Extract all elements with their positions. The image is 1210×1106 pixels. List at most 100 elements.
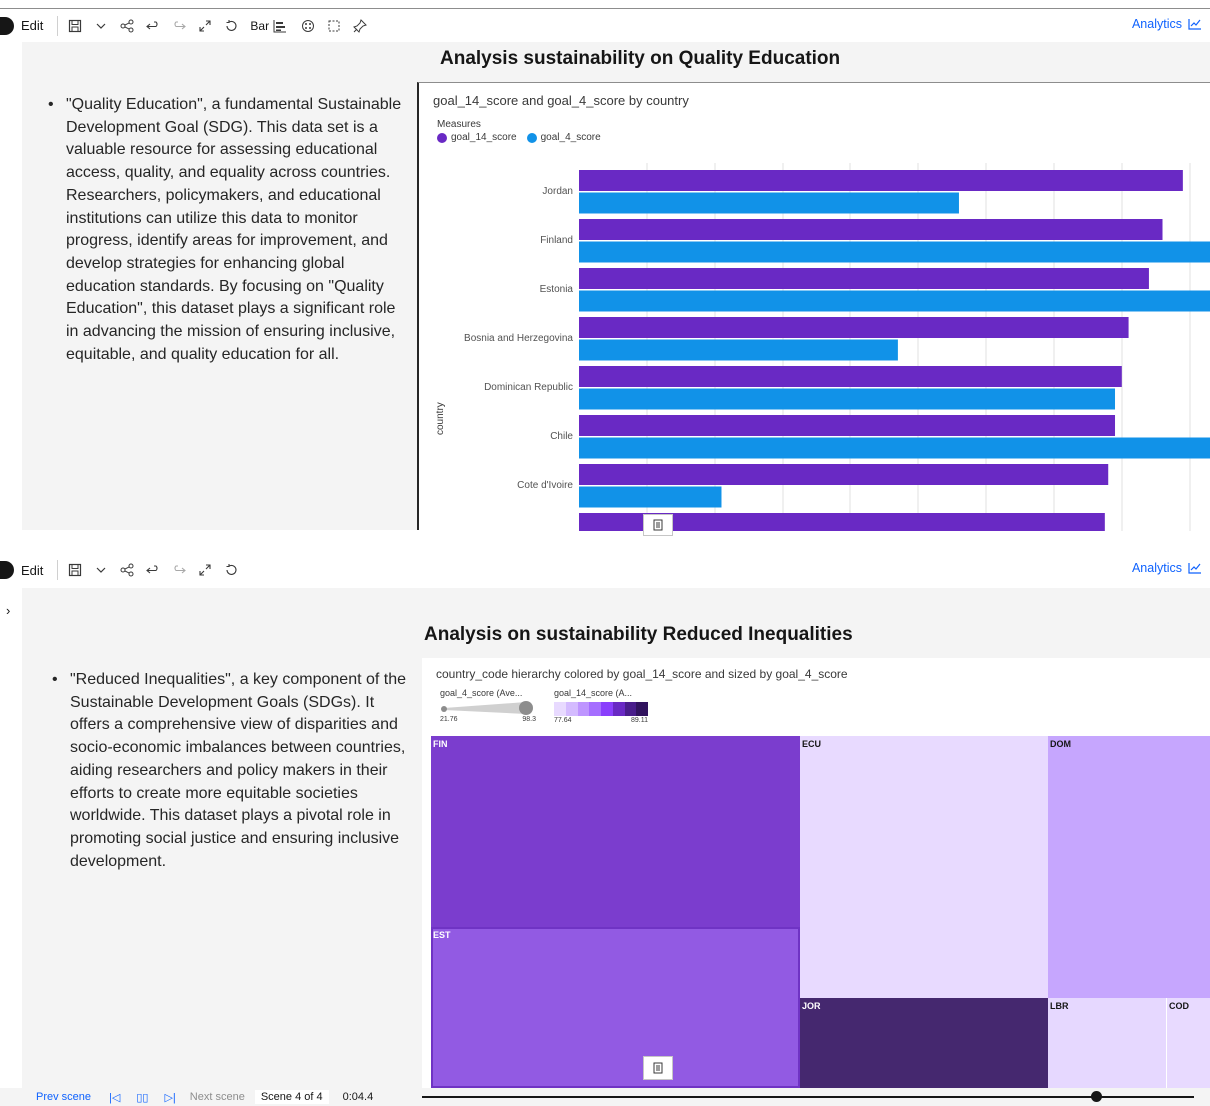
- color-ramp-swatch: [577, 702, 590, 716]
- bar-goal_4_score-cote-d-ivoire[interactable]: [579, 486, 722, 508]
- skip-back-icon[interactable]: |◁: [109, 1091, 120, 1104]
- chart-title: country_code hierarchy colored by goal_1…: [436, 667, 848, 681]
- undo-icon[interactable]: [140, 557, 166, 583]
- legend-item-goal14[interactable]: goal_14_score: [451, 132, 517, 143]
- chevron-down-icon[interactable]: [88, 557, 114, 583]
- bar-goal_14_score-chile[interactable]: [579, 415, 1116, 436]
- bar-chart-icon: [273, 19, 287, 32]
- legend-row: goal_14_score goal_4_score: [437, 132, 601, 143]
- cell-label: JOR: [802, 1001, 821, 1011]
- cell-label: EST: [433, 930, 451, 940]
- scene-navigation-bar: Prev scene |◁ ▯▯ ▷| Next scene Scene 4 o…: [0, 1088, 1210, 1106]
- cell-label: COD: [1169, 1001, 1189, 1011]
- bar-goal_14_score-jordan[interactable]: [579, 170, 1183, 191]
- y-tick-label: Cote d'Ivoire: [517, 480, 573, 491]
- y-tick-label: Chile: [550, 431, 573, 442]
- timeline-handle[interactable]: [1091, 1091, 1102, 1102]
- chevron-right-icon[interactable]: ›: [6, 603, 10, 618]
- color-ramp-swatch: [565, 702, 578, 716]
- y-tick-label: Bosnia and Herzegovina: [464, 333, 573, 344]
- next-scene-button[interactable]: Next scene: [190, 1091, 245, 1103]
- prev-scene-button[interactable]: Prev scene: [36, 1091, 91, 1103]
- treemap-cell-jor[interactable]: JOR: [800, 998, 1048, 1088]
- notes-button[interactable]: [643, 514, 673, 536]
- bar-goal_4_score-chile[interactable]: [579, 437, 1210, 459]
- redo-icon[interactable]: [166, 13, 192, 39]
- bar-goal_14_score-estonia[interactable]: [579, 268, 1149, 289]
- cell-label: LBR: [1050, 1001, 1069, 1011]
- pause-icon[interactable]: ▯▯: [136, 1091, 148, 1104]
- cell-label: FIN: [433, 739, 448, 749]
- bar-goal_4_score-bosnia-and-herzegovina[interactable]: [579, 339, 898, 361]
- save-icon[interactable]: [62, 13, 88, 39]
- treemap-cell-fin[interactable]: FIN: [431, 736, 800, 927]
- reset-icon[interactable]: [218, 13, 244, 39]
- pin-icon[interactable]: [347, 13, 373, 39]
- bar-goal_14_score-finland[interactable]: [579, 219, 1163, 240]
- description-text-block: "Reduced Inequalities", a key component …: [52, 669, 415, 873]
- analytics-button[interactable]: Analytics: [1132, 17, 1202, 31]
- color-ramp-swatch: [554, 702, 566, 716]
- bar-chart-card[interactable]: goal_14_score and goal_4_score by countr…: [417, 82, 1210, 531]
- treemap-cell-est[interactable]: EST: [431, 927, 800, 1088]
- expand-icon[interactable]: [192, 13, 218, 39]
- treemap-cell-ecu[interactable]: ECU: [800, 736, 1048, 998]
- size-legend: goal_4_score (Ave... 21.76 98.3: [440, 688, 540, 723]
- size-legend-graphic: [441, 701, 533, 715]
- legend-title: Measures: [437, 119, 481, 130]
- edit-button[interactable]: Edit: [21, 563, 43, 578]
- analytics-button[interactable]: Analytics: [1132, 561, 1202, 575]
- size-legend-max: 98.3: [522, 716, 536, 723]
- bar-goal_4_score-finland[interactable]: [579, 241, 1210, 263]
- color-legend-ramp: [554, 702, 648, 716]
- legend-swatch-goal14: [437, 132, 447, 143]
- cell-label: DOM: [1050, 739, 1071, 749]
- select-icon[interactable]: [321, 13, 347, 39]
- toolbar: Edit Bar Analytics: [0, 8, 1210, 42]
- timeline-track[interactable]: [422, 1096, 1194, 1098]
- redo-icon[interactable]: [166, 557, 192, 583]
- share-icon[interactable]: [114, 13, 140, 39]
- bar-goal_4_score-jordan[interactable]: [579, 192, 959, 214]
- page-title: Analysis on sustainability Reduced Inequ…: [424, 624, 853, 645]
- treemap-cell-dom[interactable]: DOM: [1048, 736, 1210, 998]
- treemap-cell-lbr[interactable]: LBR: [1048, 998, 1166, 1088]
- bar-goal_4_score-dominican-republic[interactable]: [579, 388, 1116, 410]
- scene-panel-top: Edit Bar Analytics Analysis sustainabili…: [0, 0, 1210, 545]
- notes-icon: [653, 519, 663, 531]
- bar-goal_14_score-cote-d-ivoire[interactable]: [579, 464, 1109, 485]
- bar-goal_14_score-bosnia-and-herzegovina[interactable]: [579, 317, 1129, 338]
- chevron-down-icon[interactable]: [88, 13, 114, 39]
- expand-icon[interactable]: [192, 557, 218, 583]
- description-text-block: "Quality Education", a fundamental Susta…: [48, 94, 411, 366]
- panel-toggle-icon[interactable]: [0, 561, 14, 579]
- y-tick-label: Dominican Republic: [484, 382, 573, 393]
- skip-forward-icon[interactable]: ▷|: [164, 1091, 175, 1104]
- scene-panel-bottom: › Edit Analytics Analysis on sustainabil…: [0, 548, 1210, 1088]
- legend-swatch-goal4: [526, 132, 537, 143]
- treemap-cell-cod[interactable]: COD: [1166, 998, 1210, 1088]
- legend-item-goal4[interactable]: goal_4_score: [541, 132, 601, 143]
- chart-title: goal_14_score and goal_4_score by countr…: [433, 93, 689, 108]
- undo-icon[interactable]: [140, 13, 166, 39]
- panel-toggle-icon[interactable]: [0, 16, 14, 35]
- bar-goal_4_score-estonia[interactable]: [579, 290, 1210, 312]
- color-ramp-swatch: [636, 702, 648, 716]
- edit-button[interactable]: Edit: [21, 18, 43, 33]
- share-icon[interactable]: [114, 557, 140, 583]
- color-icon[interactable]: [295, 13, 321, 39]
- elapsed-time: 0:04.4: [342, 1091, 374, 1103]
- save-icon[interactable]: [62, 557, 88, 583]
- chart-type-button[interactable]: Bar: [250, 19, 287, 33]
- analytics-label: Analytics: [1131, 17, 1182, 31]
- treemap-chart-card[interactable]: country_code hierarchy colored by goal_1…: [422, 658, 1210, 1088]
- color-ramp-swatch: [624, 702, 637, 716]
- notes-icon: [653, 1062, 663, 1074]
- color-legend-max: 89.11: [631, 717, 648, 724]
- y-tick-label: Jordan: [542, 186, 573, 197]
- color-ramp-swatch: [612, 702, 625, 716]
- bar-goal_14_score-dominican-republic[interactable]: [579, 366, 1122, 387]
- notes-button[interactable]: [643, 1056, 673, 1080]
- reset-icon[interactable]: [218, 557, 244, 583]
- divider: [57, 15, 59, 36]
